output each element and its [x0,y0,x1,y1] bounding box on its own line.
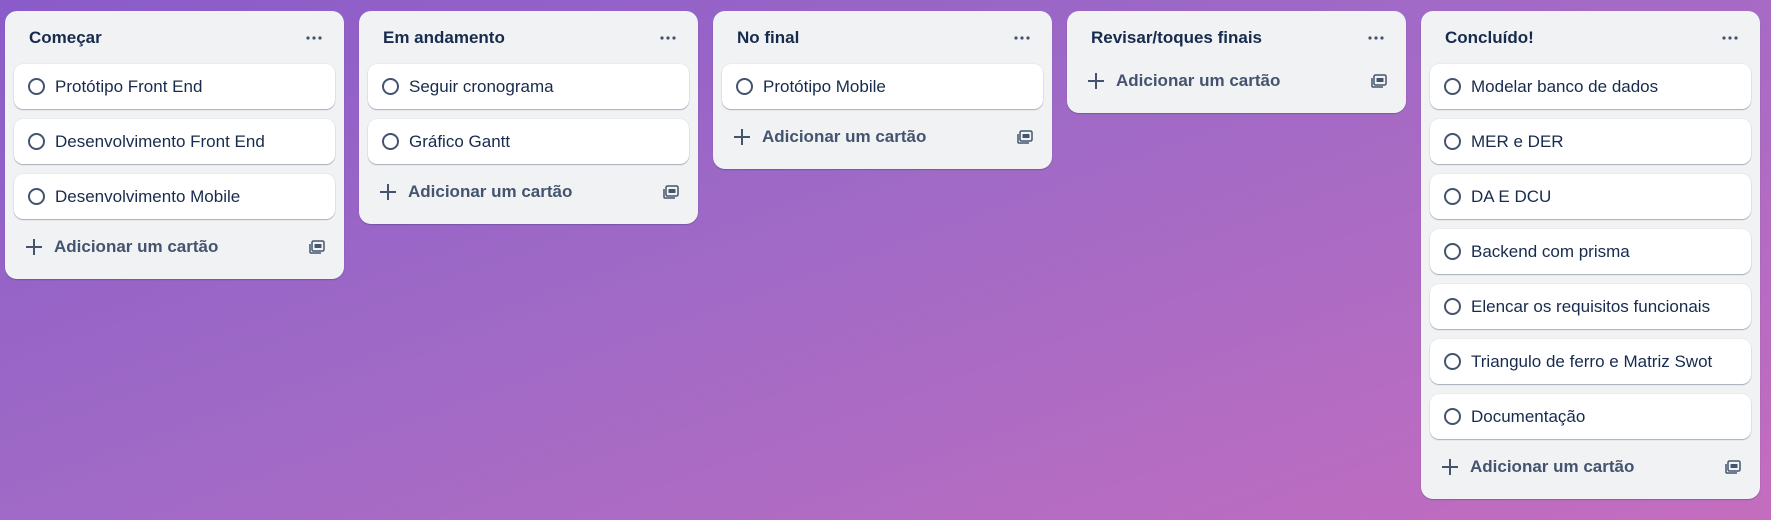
card-template-icon [1017,130,1033,144]
create-from-template-button[interactable] [1719,453,1747,481]
circle-checkbox-icon[interactable] [28,188,45,205]
list-header: No final [722,11,1043,64]
circle-checkbox-icon[interactable] [1444,243,1461,260]
add-card-button[interactable]: Adicionar um cartão [734,127,926,147]
card[interactable]: Elencar os requisitos funcionais [1430,284,1751,329]
add-card-label: Adicionar um cartão [762,127,927,146]
card-title: Elencar os requisitos funcionais [1471,296,1711,316]
circle-checkbox-icon[interactable] [736,78,753,95]
list-comecar: Começar Protótipo Front End Desenvolvime… [5,11,344,279]
card[interactable]: Triangulo de ferro e Matriz Swot [1430,339,1751,384]
card-title: Gráfico Gantt [409,131,511,151]
create-from-template-button[interactable] [1011,123,1039,151]
card-title: Triangulo de ferro e Matriz Swot [1471,351,1713,371]
add-card-label: Adicionar um cartão [1470,457,1635,476]
card[interactable]: Backend com prisma [1430,229,1751,274]
plus-icon [1088,73,1104,89]
list-title[interactable]: Começar [29,28,102,48]
circle-checkbox-icon[interactable] [1444,133,1461,150]
add-card-button[interactable]: Adicionar um cartão [380,182,572,202]
circle-checkbox-icon[interactable] [382,133,399,150]
add-card-button[interactable]: Adicionar um cartão [1442,457,1634,477]
card-title: Protótipo Front End [55,76,203,96]
card[interactable]: DA E DCU [1430,174,1751,219]
more-horizontal-icon [660,35,676,40]
circle-checkbox-icon[interactable] [382,78,399,95]
list-title[interactable]: Em andamento [383,28,505,48]
card[interactable]: Protótipo Mobile [722,64,1043,109]
list-revisar: Revisar/toques finais Adicionar um cartã… [1067,11,1406,113]
add-card-row: Adicionar um cartão [722,115,1043,159]
card-title: Desenvolvimento Mobile [55,186,241,206]
card-template-icon [663,185,679,199]
add-card-button[interactable]: Adicionar um cartão [26,237,218,257]
plus-icon [734,129,750,145]
card-template-icon [1725,460,1741,474]
card-title: DA E DCU [1471,186,1552,206]
add-card-label: Adicionar um cartão [1116,71,1281,90]
card[interactable]: Documentação [1430,394,1751,439]
card[interactable]: Modelar banco de dados [1430,64,1751,109]
add-card-label: Adicionar um cartão [408,182,573,201]
list-title[interactable]: Concluído! [1445,28,1534,48]
list-no-final: No final Protótipo Mobile Adicionar um c… [713,11,1052,169]
card[interactable]: Desenvolvimento Front End [14,119,335,164]
card-list: Protótipo Mobile [722,64,1043,109]
add-card-row: Adicionar um cartão [368,170,689,214]
list-header: Revisar/toques finais [1076,11,1397,64]
list-em-andamento: Em andamento Seguir cronograma Gráfico G… [359,11,698,224]
card-list: Modelar banco de dados MER e DER DA E DC… [1430,64,1751,439]
circle-checkbox-icon[interactable] [1444,78,1461,95]
card[interactable]: MER e DER [1430,119,1751,164]
circle-checkbox-icon[interactable] [1444,408,1461,425]
list-menu-button[interactable] [1006,22,1038,54]
more-horizontal-icon [1722,35,1738,40]
create-from-template-button[interactable] [657,178,685,206]
create-from-template-button[interactable] [303,233,331,261]
card-list: Seguir cronograma Gráfico Gantt [368,64,689,164]
card[interactable]: Gráfico Gantt [368,119,689,164]
card-title: Desenvolvimento Front End [55,131,265,151]
circle-checkbox-icon[interactable] [28,78,45,95]
plus-icon [26,239,42,255]
more-horizontal-icon [306,35,322,40]
card-template-icon [1371,74,1387,88]
list-header: Em andamento [368,11,689,64]
list-title[interactable]: Revisar/toques finais [1091,28,1262,48]
add-card-row: Adicionar um cartão [14,225,335,269]
circle-checkbox-icon[interactable] [1444,188,1461,205]
list-header: Começar [14,11,335,64]
card[interactable]: Seguir cronograma [368,64,689,109]
card[interactable]: Protótipo Front End [14,64,335,109]
more-horizontal-icon [1368,35,1384,40]
card-title: Seguir cronograma [409,76,554,96]
list-menu-button[interactable] [652,22,684,54]
board: Começar Protótipo Front End Desenvolvime… [5,11,1760,499]
card-title: Backend com prisma [1471,241,1630,261]
card-title: MER e DER [1471,131,1564,151]
plus-icon [1442,459,1458,475]
create-from-template-button[interactable] [1365,67,1393,95]
list-header: Concluído! [1430,11,1751,64]
card-title: Documentação [1471,406,1586,426]
circle-checkbox-icon[interactable] [1444,298,1461,315]
add-card-row: Adicionar um cartão [1076,59,1397,103]
list-menu-button[interactable] [1360,22,1392,54]
card-title: Protótipo Mobile [763,76,886,96]
circle-checkbox-icon[interactable] [28,133,45,150]
circle-checkbox-icon[interactable] [1444,353,1461,370]
list-menu-button[interactable] [1714,22,1746,54]
add-card-label: Adicionar um cartão [54,237,219,256]
plus-icon [380,184,396,200]
card[interactable]: Desenvolvimento Mobile [14,174,335,219]
card-list: Protótipo Front End Desenvolvimento Fron… [14,64,335,219]
card-title: Modelar banco de dados [1471,76,1659,96]
card-template-icon [309,240,325,254]
list-concluido: Concluído! Modelar banco de dados MER e … [1421,11,1760,499]
list-menu-button[interactable] [298,22,330,54]
list-title[interactable]: No final [737,28,799,48]
add-card-row: Adicionar um cartão [1430,445,1751,489]
add-card-button[interactable]: Adicionar um cartão [1088,71,1280,91]
more-horizontal-icon [1014,35,1030,40]
